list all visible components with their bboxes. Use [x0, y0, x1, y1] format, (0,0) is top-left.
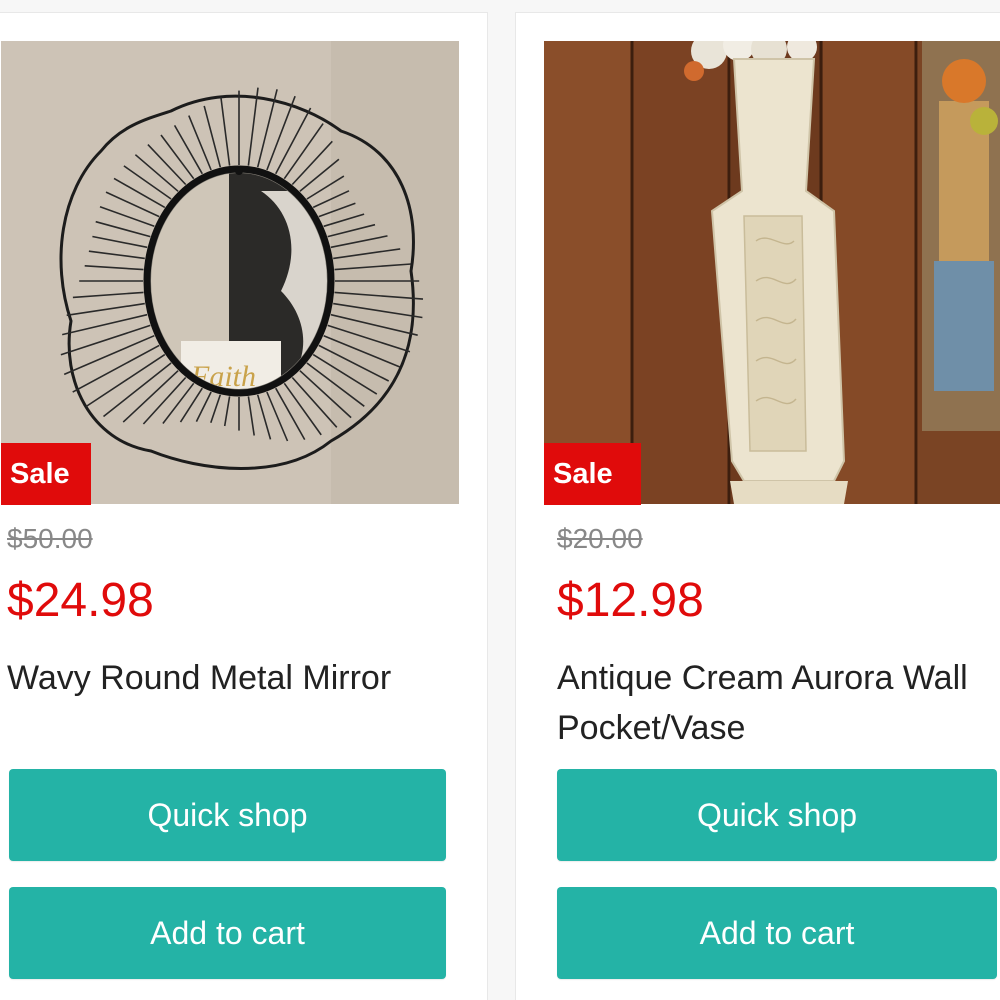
mirror-photo: Faith: [1, 41, 459, 504]
product-image-mirror[interactable]: Faith: [1, 41, 459, 504]
product-card-mirror: Faith Sale $50.00 $24.98 Wavy Round Meta…: [0, 12, 488, 1000]
product-grid: Faith Sale $50.00 $24.98 Wavy Round Meta…: [0, 0, 1000, 1000]
original-price: $50.00: [7, 523, 93, 554]
sale-badge: Sale: [544, 443, 641, 505]
add-to-cart-button[interactable]: Add to cart: [557, 887, 997, 979]
add-to-cart-button[interactable]: Add to cart: [9, 887, 446, 979]
quick-shop-button[interactable]: Quick shop: [557, 769, 997, 861]
original-price: $20.00: [557, 523, 643, 554]
sale-badge: Sale: [1, 443, 91, 505]
vase-photo: [544, 41, 1000, 504]
sale-price: $12.98: [557, 574, 704, 627]
product-card-vase: Sale $20.00 $12.98 Antique Cream Aurora …: [515, 12, 1000, 1000]
product-title[interactable]: Antique Cream Aurora Wall Pocket/Vase: [557, 653, 997, 753]
sale-price: $24.98: [7, 574, 154, 627]
quick-shop-button[interactable]: Quick shop: [9, 769, 446, 861]
product-image-vase[interactable]: [544, 41, 1000, 504]
product-title[interactable]: Wavy Round Metal Mirror: [7, 653, 447, 703]
